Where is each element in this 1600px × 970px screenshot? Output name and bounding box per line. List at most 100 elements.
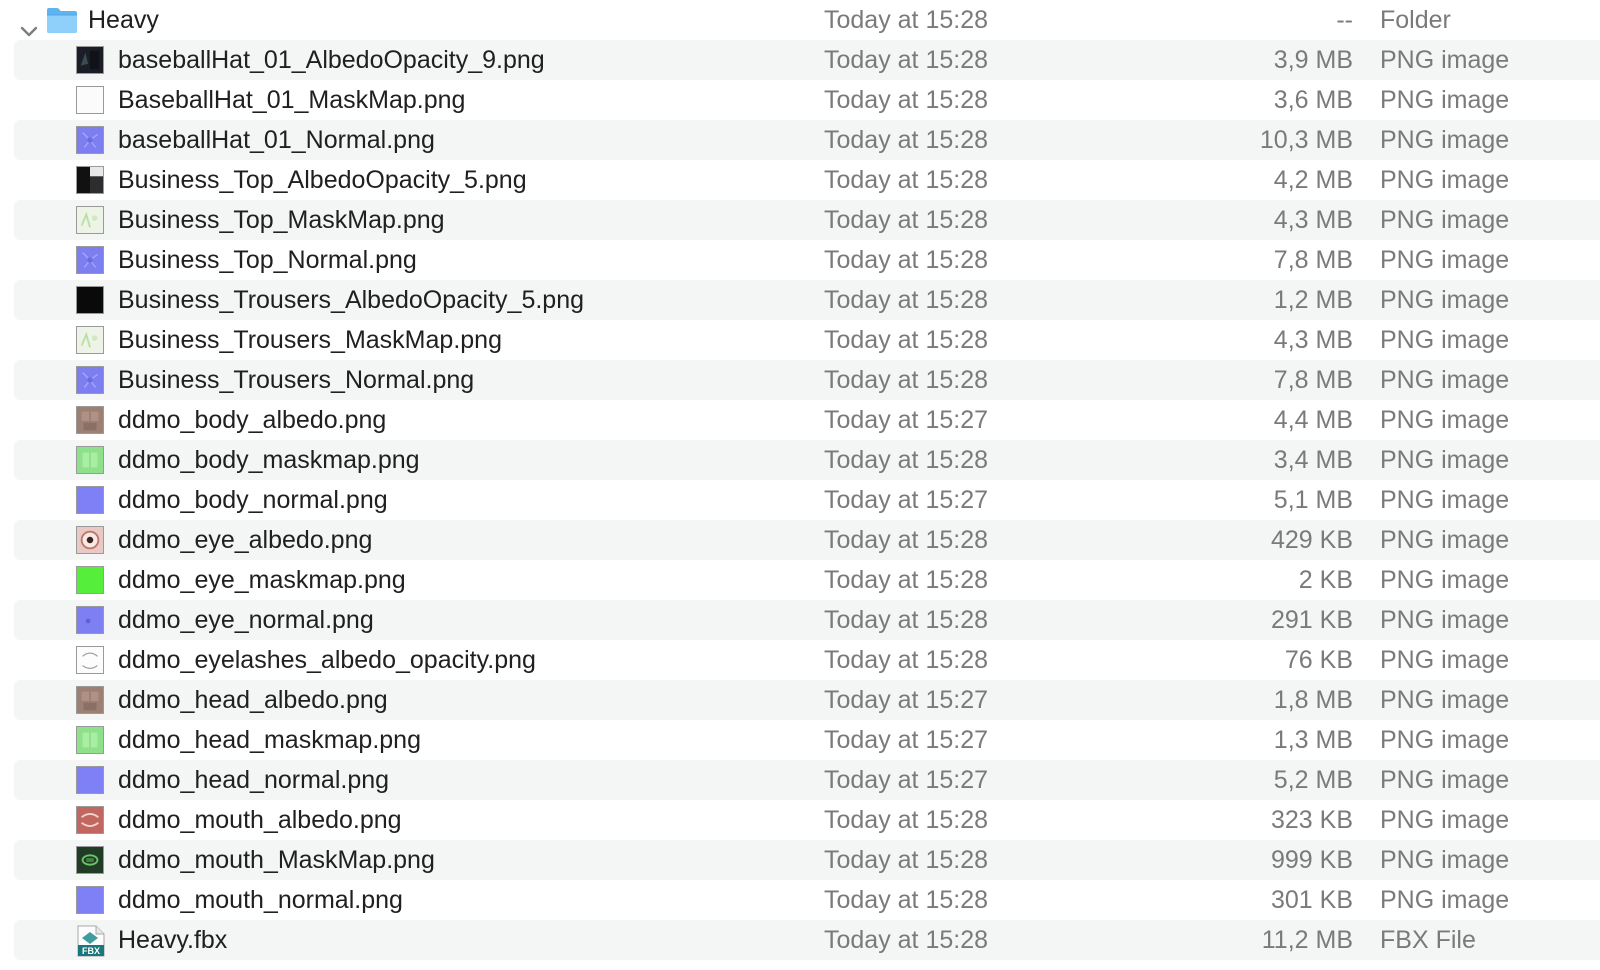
image-thumbnail-icon <box>76 846 104 874</box>
file-row[interactable]: ddmo_eye_normal.png Today at 15:28 291 KB P… <box>0 600 1600 640</box>
file-size: 11,2 MB <box>1261 926 1353 954</box>
image-thumbnail-icon <box>76 646 104 674</box>
file-kind: PNG image <box>1380 406 1510 434</box>
file-row[interactable]: BaseballHat_01_MaskMap.png Today at 15:28… <box>0 80 1600 120</box>
file-row[interactable]: ddmo_mouth_MaskMap.png Today at 15:28 999 … <box>0 840 1600 880</box>
file-name: ddmo_mouth_normal.png <box>118 886 403 914</box>
file-row[interactable]: Business_Trousers_MaskMap.png Today at 15… <box>0 320 1600 360</box>
date-modified: Today at 15:28 <box>824 126 989 154</box>
file-kind: PNG image <box>1380 766 1510 794</box>
fbx-document-icon: FBX <box>74 924 108 958</box>
date-modified: Today at 15:28 <box>824 566 989 594</box>
date-modified: Today at 15:27 <box>824 486 989 514</box>
file-row[interactable]: Business_Top_AlbedoOpacity_5.png Today at… <box>0 160 1600 200</box>
date-modified: Today at 15:28 <box>824 806 989 834</box>
image-thumbnail-icon <box>76 486 104 514</box>
file-row[interactable]: ddmo_head_maskmap.png Today at 15:27 1,3 M… <box>0 720 1600 760</box>
file-name: ddmo_mouth_albedo.png <box>118 806 402 834</box>
file-row[interactable]: Business_Top_Normal.png Today at 15:28 7,8… <box>0 240 1600 280</box>
date-modified: Today at 15:28 <box>824 206 989 234</box>
fbx-badge: FBX <box>82 946 100 956</box>
image-thumbnail-icon <box>76 526 104 554</box>
file-row[interactable]: FBX Heavy.fbx Today at 15:28 11,2 MB FBX Fil… <box>0 920 1600 960</box>
file-row[interactable]: ddmo_head_albedo.png Today at 15:27 1,8 MB… <box>0 680 1600 720</box>
date-modified: Today at 15:28 <box>824 46 989 74</box>
date-modified: Today at 15:28 <box>824 646 989 674</box>
file-name: Business_Top_Normal.png <box>118 246 417 274</box>
file-size: 4,3 MB <box>1273 326 1353 354</box>
file-kind: PNG image <box>1380 286 1510 314</box>
file-row[interactable]: baseballHat_01_Normal.png Today at 15:28 1… <box>0 120 1600 160</box>
date-modified: Today at 15:28 <box>824 526 989 554</box>
image-thumbnail-icon <box>76 286 104 314</box>
image-thumbnail-icon <box>76 246 104 274</box>
date-modified: Today at 15:27 <box>824 766 989 794</box>
file-name: ddmo_body_maskmap.png <box>118 446 420 474</box>
file-name: ddmo_eye_normal.png <box>118 606 374 634</box>
file-name: Business_Trousers_AlbedoOpacity_5.png <box>118 286 585 314</box>
chevron-down-icon[interactable] <box>20 12 38 37</box>
file-row[interactable]: baseballHat_01_AlbedoOpacity_9.png Today … <box>0 40 1600 80</box>
file-size: 3,6 MB <box>1273 86 1353 114</box>
file-size: 5,1 MB <box>1273 486 1353 514</box>
file-row[interactable]: ddmo_eyelashes_albedo_opacity.png Today a… <box>0 640 1600 680</box>
file-row[interactable]: ddmo_mouth_albedo.png Today at 15:28 323 K… <box>0 800 1600 840</box>
file-name: Business_Trousers_MaskMap.png <box>118 326 502 354</box>
folder-name: Heavy <box>88 6 159 34</box>
folder-row[interactable]: Heavy Today at 15:28 -- Folder <box>0 0 1600 40</box>
file-kind: PNG image <box>1380 126 1510 154</box>
file-kind: PNG image <box>1380 166 1510 194</box>
date-modified: Today at 15:28 <box>824 166 989 194</box>
date-modified: Today at 15:28 <box>824 326 989 354</box>
file-size: 4,3 MB <box>1273 206 1353 234</box>
file-kind: Folder <box>1380 6 1451 34</box>
folder-icon <box>46 6 78 34</box>
file-size: -- <box>1336 6 1353 34</box>
file-row[interactable]: ddmo_head_normal.png Today at 15:27 5,2 MB… <box>0 760 1600 800</box>
file-name: ddmo_eye_albedo.png <box>118 526 373 554</box>
file-name: ddmo_head_normal.png <box>118 766 390 794</box>
file-row[interactable]: ddmo_body_normal.png Today at 15:27 5,1 MB… <box>0 480 1600 520</box>
file-size: 999 KB <box>1270 846 1353 874</box>
file-row[interactable]: Business_Trousers_AlbedoOpacity_5.png Tod… <box>0 280 1600 320</box>
file-kind: PNG image <box>1380 806 1510 834</box>
file-size: 291 KB <box>1270 606 1353 634</box>
image-thumbnail-icon <box>76 406 104 434</box>
date-modified: Today at 15:28 <box>824 246 989 274</box>
file-size: 10,3 MB <box>1259 126 1353 154</box>
file-kind: PNG image <box>1380 886 1510 914</box>
file-kind: PNG image <box>1380 206 1510 234</box>
file-name: Business_Trousers_Normal.png <box>118 366 475 394</box>
image-thumbnail-icon <box>76 206 104 234</box>
file-row[interactable]: ddmo_eye_maskmap.png Today at 15:28 2 KB PN… <box>0 560 1600 600</box>
file-name: Heavy.fbx <box>118 926 228 954</box>
file-size: 5,2 MB <box>1273 766 1353 794</box>
file-kind: PNG image <box>1380 606 1510 634</box>
file-size: 3,4 MB <box>1273 446 1353 474</box>
date-modified: Today at 15:28 <box>824 366 989 394</box>
file-kind: PNG image <box>1380 86 1510 114</box>
file-kind: PNG image <box>1380 46 1510 74</box>
file-row[interactable]: Business_Trousers_Normal.png Today at 15:… <box>0 360 1600 400</box>
file-row[interactable]: ddmo_body_maskmap.png Today at 15:28 3,4 M… <box>0 440 1600 480</box>
file-kind: PNG image <box>1380 486 1510 514</box>
file-name: ddmo_head_maskmap.png <box>118 726 421 754</box>
file-row[interactable]: ddmo_eye_albedo.png Today at 15:28 429 KB P… <box>0 520 1600 560</box>
file-name: ddmo_mouth_MaskMap.png <box>118 846 435 874</box>
file-name: ddmo_body_albedo.png <box>118 406 387 434</box>
file-kind: PNG image <box>1380 566 1510 594</box>
file-size: 7,8 MB <box>1273 366 1353 394</box>
image-thumbnail-icon <box>76 766 104 794</box>
file-kind: PNG image <box>1380 726 1510 754</box>
file-row[interactable]: ddmo_mouth_normal.png Today at 15:28 301 K… <box>0 880 1600 920</box>
file-size: 4,4 MB <box>1273 406 1353 434</box>
file-kind: PNG image <box>1380 686 1510 714</box>
file-size: 301 KB <box>1270 886 1353 914</box>
file-name: baseballHat_01_AlbedoOpacity_9.png <box>118 46 545 74</box>
date-modified: Today at 15:28 <box>824 286 989 314</box>
file-size: 1,8 MB <box>1273 686 1353 714</box>
image-thumbnail-icon <box>76 886 104 914</box>
file-row[interactable]: Business_Top_MaskMap.png Today at 15:28 4,… <box>0 200 1600 240</box>
file-kind: PNG image <box>1380 326 1510 354</box>
file-row[interactable]: ddmo_body_albedo.png Today at 15:27 4,4 MB… <box>0 400 1600 440</box>
